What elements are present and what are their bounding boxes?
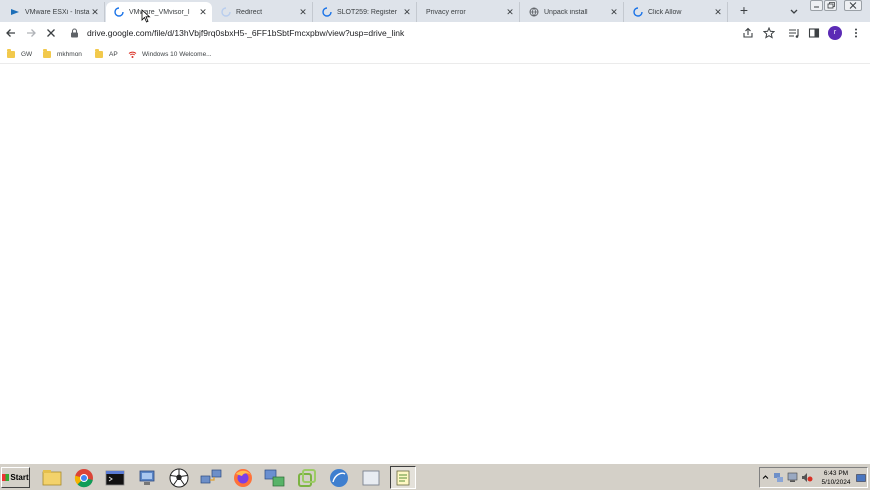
notification-icon[interactable] [856, 474, 866, 484]
network-computers-icon[interactable] [198, 466, 224, 489]
vmware-workstation-icon[interactable] [294, 466, 320, 489]
close-icon[interactable]: ✕ [505, 7, 515, 17]
mouse-cursor-icon [141, 9, 151, 23]
loading-spinner-icon [114, 7, 124, 17]
notepad-icon[interactable] [390, 466, 416, 489]
browser-window: VMware ESXi - Instal ✕ VMware_VMvisor_I … [0, 0, 870, 462]
start-button[interactable]: Start [1, 467, 30, 488]
globe-icon [529, 7, 539, 17]
address-bar[interactable]: drive.google.com/file/d/13hVbjf9rq0sbxH5… [66, 24, 731, 42]
folder-icon [7, 48, 15, 58]
file-explorer-icon[interactable] [39, 466, 65, 489]
bookmark-ap[interactable]: AP [95, 48, 118, 60]
vmware-icon [10, 7, 20, 17]
bookmark-gw[interactable]: GW [7, 48, 32, 60]
loading-spinner-icon [221, 7, 231, 17]
tab-vmware-esxi[interactable]: VMware ESXi - Instal ✕ [2, 2, 105, 22]
tab-redirect[interactable]: Redirect ✕ [213, 2, 313, 22]
chevron-down-icon[interactable] [787, 4, 801, 18]
soccer-ball-icon[interactable] [166, 466, 192, 489]
tab-title: SLOT259: Register [337, 8, 397, 16]
bookmark-label: AP [109, 50, 118, 58]
start-label: Start [10, 473, 29, 482]
remote-desktop-icon[interactable] [262, 466, 288, 489]
bookmark-label: mkhmon [57, 50, 82, 58]
chevron-up-icon[interactable] [762, 473, 769, 483]
tab-slot259[interactable]: SLOT259: Register ✕ [314, 2, 417, 22]
close-icon[interactable]: ✕ [198, 7, 208, 17]
bookmark-windows10-welcome[interactable]: Windows 10 Welcome... [128, 48, 212, 60]
tab-click-allow[interactable]: Click Allow ✕ [625, 2, 728, 22]
folder-icon [43, 48, 51, 58]
browser-toolbar: drive.google.com/file/d/13hVbjf9rq0sbxH5… [0, 22, 870, 44]
bookmark-label: Windows 10 Welcome... [142, 50, 212, 58]
url-text[interactable]: drive.google.com/file/d/13hVbjf9rq0sbxH5… [87, 28, 404, 38]
network-icon[interactable] [134, 466, 160, 489]
blank-window-icon[interactable] [358, 466, 384, 489]
close-icon[interactable]: ✕ [713, 7, 723, 17]
new-tab-button[interactable]: + [736, 3, 752, 19]
tab-title: VMware ESXi - Instal [25, 8, 90, 16]
profile-avatar[interactable]: r [828, 26, 842, 40]
tab-privacy-error[interactable]: Privacy error ✕ [418, 2, 520, 22]
folder-icon [95, 48, 103, 58]
tab-title: Redirect [236, 8, 263, 16]
close-icon[interactable]: ✕ [609, 7, 619, 17]
clock-time: 6:43 PM [823, 470, 849, 477]
bookmark-star-icon[interactable] [763, 27, 775, 39]
restore-icon[interactable] [824, 0, 837, 11]
tab-strip: VMware ESXi - Instal ✕ VMware_VMvisor_I … [0, 0, 870, 22]
command-prompt-icon[interactable] [102, 466, 128, 489]
clock[interactable]: 6:43 PM 5/10/2024 [818, 469, 854, 487]
tab-title: Privacy error [426, 8, 466, 16]
wifi-icon [128, 50, 137, 59]
vsphere-client-icon[interactable] [326, 466, 352, 489]
loading-spinner-icon [633, 7, 643, 17]
volume-muted-icon[interactable] [801, 472, 813, 485]
close-window-icon[interactable] [844, 0, 862, 11]
tab-title: Click Allow [648, 8, 682, 16]
clock-date: 5/10/2024 [821, 479, 851, 486]
minimize-icon[interactable] [810, 0, 823, 11]
bookmark-label: GW [21, 50, 33, 58]
computer-tray-icon[interactable] [787, 472, 798, 485]
share-icon[interactable] [742, 27, 754, 39]
tab-unpack-install[interactable]: Unpack install ✕ [521, 2, 624, 22]
stop-loading-icon[interactable] [44, 26, 58, 40]
system-tray: 6:43 PM 5/10/2024 [759, 467, 868, 488]
tab-title: Unpack install [544, 8, 588, 16]
lock-icon[interactable] [70, 28, 79, 38]
tab-title: VMware_VMvisor_I [129, 8, 190, 16]
firefox-icon[interactable] [230, 466, 256, 489]
back-arrow-icon[interactable] [4, 26, 18, 40]
close-icon[interactable]: ✕ [298, 7, 308, 17]
close-icon[interactable]: ✕ [402, 7, 412, 17]
close-icon[interactable]: ✕ [90, 7, 100, 17]
bookmark-mkhmon[interactable]: mkhmon [43, 48, 82, 60]
network-tray-icon[interactable] [773, 472, 784, 485]
tab-vmvisor[interactable]: VMware_VMvisor_I ✕ [106, 2, 212, 22]
bookmarks-bar: GW mkhmon AP Windows 10 Welcome... [0, 44, 870, 64]
side-panel-icon[interactable] [808, 27, 820, 39]
windows-flag-icon [2, 474, 10, 481]
reading-list-icon[interactable] [788, 27, 800, 39]
forward-arrow-icon[interactable] [24, 26, 38, 40]
windows-taskbar: Start 6:43 PM 5/10/2024 [0, 463, 870, 490]
more-menu-icon[interactable] [850, 27, 862, 39]
chrome-icon[interactable] [71, 466, 97, 489]
loading-spinner-icon [322, 7, 332, 17]
page-content [0, 65, 870, 462]
